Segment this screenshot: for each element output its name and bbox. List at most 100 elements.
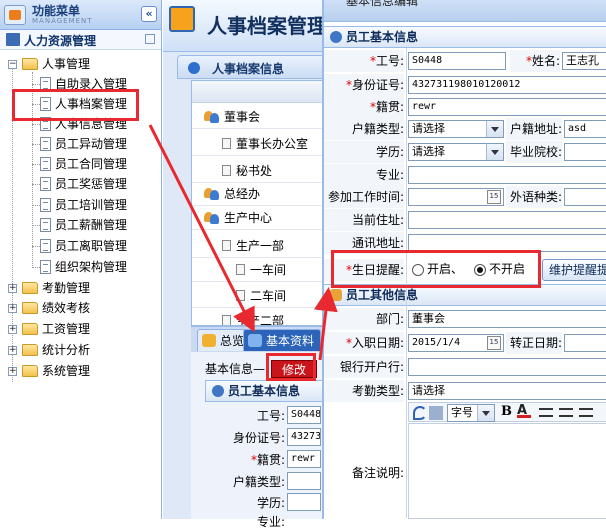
tree-connector: [32, 205, 40, 206]
tree-connector: [32, 246, 40, 247]
hukou-addr-input[interactable]: asd: [564, 120, 606, 138]
paste-icon[interactable]: [429, 406, 443, 420]
dept-name: 生产中心: [224, 211, 273, 225]
popup-titlebar: 基本信息编辑: [324, 0, 606, 22]
expand-toggle-icon[interactable]: +: [8, 325, 17, 334]
tab-label: 基本资料: [266, 334, 315, 348]
regular-label: 转正日期:: [506, 332, 562, 354]
expand-toggle-icon[interactable]: +: [8, 346, 17, 355]
lang-label: 外语种类:: [506, 186, 562, 208]
section-title: 员工基本信息: [228, 384, 301, 398]
bank-label: 银行开户行:: [324, 356, 404, 378]
user-icon: [330, 31, 342, 43]
native-input[interactable]: rewr: [408, 98, 606, 116]
workstart-label: 参加工作时间:: [324, 186, 404, 208]
panel-icon: [188, 62, 200, 74]
tab-basic-info[interactable]: 基本资料: [243, 329, 322, 351]
align-center-icon[interactable]: [559, 408, 573, 417]
field-value: [287, 472, 321, 490]
text-color-icon[interactable]: A: [517, 404, 531, 418]
tree-item-label: 组织架构管理: [55, 260, 128, 274]
sidebar: 功能菜单 MANAGEMENT « 人力资源管理 − 人事管理 自助录入管理 人…: [0, 0, 162, 519]
tree-item-system[interactable]: + 系统管理: [8, 361, 158, 381]
field-value: S0448: [287, 406, 321, 424]
expand-toggle-icon[interactable]: −: [8, 60, 17, 69]
tree-item-stats[interactable]: + 统计分析: [8, 340, 158, 360]
attend-select[interactable]: 请选择: [408, 382, 606, 400]
expand-toggle-icon[interactable]: +: [8, 367, 17, 376]
major-input[interactable]: [408, 166, 606, 184]
document-icon: [40, 198, 51, 212]
document-icon: [40, 260, 51, 274]
undo-icon[interactable]: [413, 406, 427, 420]
bold-icon[interactable]: B: [501, 405, 515, 419]
dept-name: 二车间: [250, 289, 287, 303]
maintain-reminder-button[interactable]: 维护提醒提前: [542, 259, 606, 281]
dept-input[interactable]: 董事会: [408, 310, 606, 328]
basic-section-header: 员工基本信息: [205, 380, 325, 402]
tree-item-transfer[interactable]: 员工异动管理: [24, 134, 160, 154]
hukou-type-select[interactable]: 请选择: [408, 120, 504, 138]
dept-name: 董事长办公室: [236, 137, 309, 151]
highlight-birthday-reminder: [331, 250, 541, 288]
document-icon: [40, 218, 51, 232]
bank-input[interactable]: [408, 358, 606, 376]
regular-date-input[interactable]: [564, 334, 606, 352]
tree-item-reward[interactable]: 员工奖惩管理: [24, 174, 160, 194]
tree-item-personnel[interactable]: − 人事管理: [8, 54, 158, 74]
field-row: 专业:: [191, 512, 322, 532]
node-icon: [222, 138, 231, 149]
hukou-addr-label: 户籍地址:: [506, 118, 562, 140]
document-icon: [40, 239, 51, 253]
module-toggle-icon[interactable]: [145, 34, 155, 44]
emp-no-label: 工号:: [375, 54, 404, 68]
tree-item-performance[interactable]: + 绩效考核: [8, 298, 158, 318]
attend-label: 考勤类型:: [324, 380, 404, 402]
expand-toggle-icon[interactable]: +: [8, 304, 17, 313]
folder-icon: [22, 365, 38, 377]
field-value: 432731198: [287, 428, 321, 446]
tree-item-label: 员工合同管理: [55, 157, 128, 171]
tree-connector: [32, 184, 40, 185]
folder-icon: [22, 344, 38, 356]
tree-item-payroll[interactable]: + 工资管理: [8, 319, 158, 339]
tree-item-label: 人事管理: [42, 57, 91, 71]
expand-toggle-icon[interactable]: +: [8, 284, 17, 293]
field-label: 学历:: [256, 496, 285, 510]
document-icon: [40, 177, 51, 191]
folder-icon: [22, 323, 38, 335]
editor-toolbar: 字号 B A: [408, 402, 606, 422]
select-value: 字号: [451, 406, 473, 419]
dept-name: 一车间: [250, 263, 287, 277]
hukou-type-label: 户籍类型:: [324, 118, 404, 140]
addr-input[interactable]: [408, 211, 606, 229]
align-right-icon[interactable]: [579, 408, 593, 417]
emp-no-input[interactable]: S0448: [408, 52, 506, 70]
select-value: 请选择: [412, 145, 445, 158]
remark-editor[interactable]: [408, 423, 606, 519]
collapse-sidebar-button[interactable]: «: [141, 6, 157, 22]
tree-item-contract[interactable]: 员工合同管理: [24, 154, 160, 174]
group-icon: [204, 188, 220, 200]
tree-item-resign[interactable]: 员工离职管理: [24, 236, 160, 256]
basic-info-label: 基本信息—: [205, 362, 266, 376]
tree-item-label: 系统管理: [42, 364, 91, 378]
lang-input[interactable]: [564, 188, 606, 206]
tree-item-attendance[interactable]: + 考勤管理: [8, 278, 158, 298]
name-input[interactable]: 王志孔: [562, 52, 606, 70]
tree-item-org[interactable]: 组织架构管理: [24, 257, 160, 277]
calendar-icon[interactable]: 15: [487, 336, 501, 350]
edu-select[interactable]: 请选择: [408, 143, 504, 161]
tree-item-salary[interactable]: 员工薪酬管理: [24, 215, 160, 235]
module-title: 人力资源管理: [24, 34, 97, 48]
school-input[interactable]: [564, 143, 606, 161]
tree-item-training[interactable]: 员工培训管理: [24, 195, 160, 215]
page-title: 人事档案管理: [207, 14, 327, 38]
name-label: 姓名:: [531, 54, 560, 68]
calendar-icon[interactable]: 15: [487, 190, 501, 204]
align-left-icon[interactable]: [539, 408, 553, 417]
field-label: 工号:: [256, 409, 285, 423]
id-input[interactable]: 432731198010120012: [408, 76, 606, 94]
font-size-select[interactable]: 字号: [447, 404, 495, 422]
chevron-down-icon: [491, 127, 499, 132]
